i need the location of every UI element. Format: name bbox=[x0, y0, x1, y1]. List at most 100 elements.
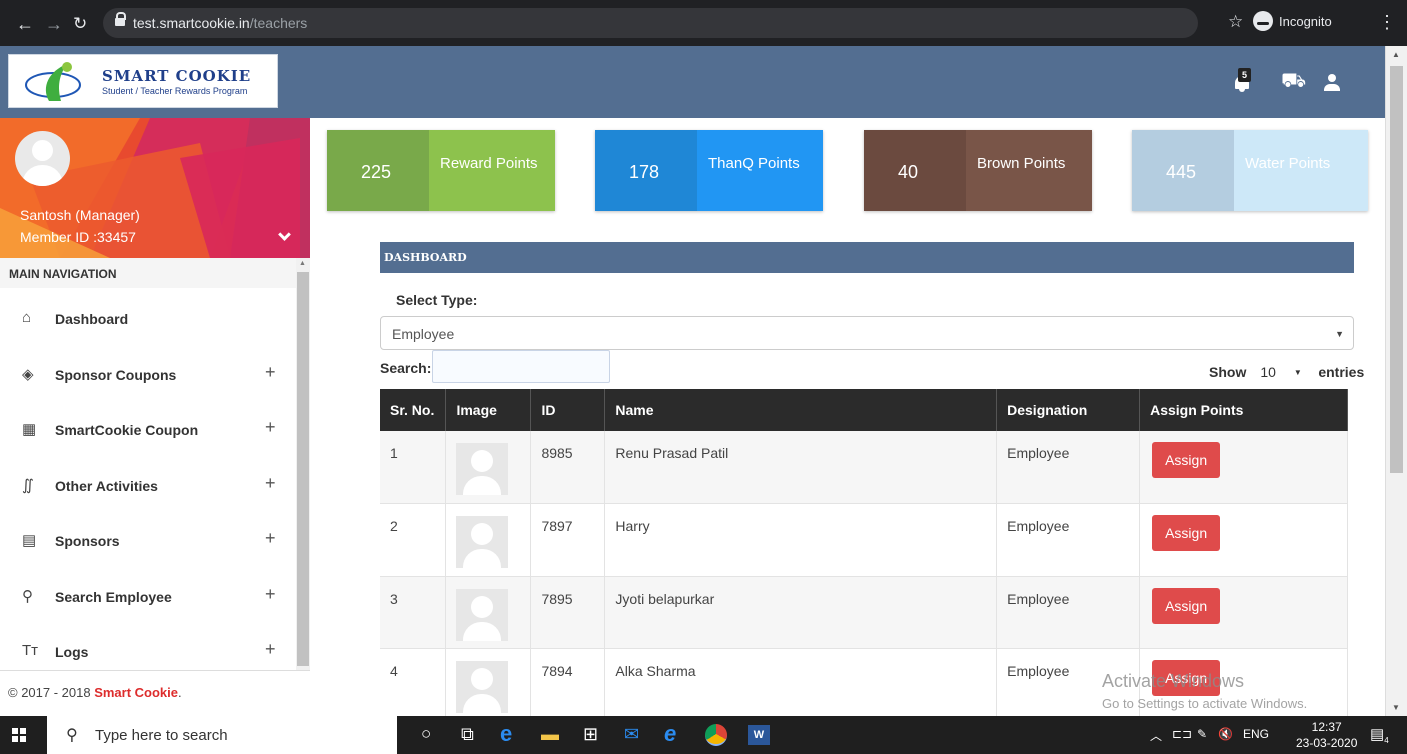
address-bar[interactable]: test.smartcookie.in/teachers bbox=[103, 8, 1198, 38]
mail-icon[interactable]: ✉ bbox=[624, 724, 639, 746]
expand-plus-icon[interactable]: + bbox=[265, 639, 276, 660]
nav-list: ⌂ Dashboard ◈ Sponsor Coupons + ▦ SmartCookie … bbox=[0, 290, 296, 679]
word-icon[interactable]: W bbox=[748, 725, 770, 745]
cell-sr-no: 4 bbox=[380, 648, 447, 722]
language-indicator[interactable]: ENG bbox=[1243, 727, 1269, 741]
page-scrollbar[interactable]: ▲ ▼ bbox=[1385, 46, 1407, 716]
activity-icon: ∬ bbox=[22, 476, 34, 494]
cell-assign: Assign bbox=[1139, 503, 1348, 577]
pen-icon[interactable]: ✎ bbox=[1197, 727, 1207, 741]
footer-copyright: © 2017 - 2018 bbox=[8, 685, 95, 700]
cart-icon[interactable]: ⛟ bbox=[1281, 70, 1306, 95]
clock-date: 23-03-2020 bbox=[1296, 736, 1358, 750]
sidebar-item-sponsor-coupons[interactable]: ◈ Sponsor Coupons + bbox=[0, 346, 296, 402]
cell-sr-no: 1 bbox=[380, 431, 447, 504]
expand-plus-icon[interactable]: + bbox=[265, 584, 276, 605]
footer-brand-link[interactable]: Smart Cookie bbox=[94, 685, 178, 700]
cell-designation: Employee bbox=[996, 431, 1141, 504]
table-row: 1 8985 Renu Prasad Patil Employee Assign bbox=[380, 431, 1348, 504]
entries-select[interactable]: 10 ▼ bbox=[1251, 360, 1313, 384]
lock-icon bbox=[115, 12, 126, 26]
forward-arrow-icon[interactable]: → bbox=[45, 14, 63, 35]
assign-button[interactable]: Assign bbox=[1152, 515, 1221, 551]
sidebar-item-dashboard[interactable]: ⌂ Dashboard bbox=[0, 290, 296, 346]
points-value: 225 bbox=[327, 130, 429, 211]
show-entries: Show 10 ▼ entries bbox=[1209, 360, 1364, 384]
employee-avatar-icon bbox=[456, 516, 509, 568]
cell-assign: Assign bbox=[1139, 431, 1348, 504]
sidebar-footer: © 2017 - 2018 Smart Cookie. bbox=[0, 670, 310, 716]
sidebar-item-sponsors[interactable]: ▤ Sponsors + bbox=[0, 512, 296, 568]
cortana-icon[interactable]: ○ bbox=[421, 724, 431, 746]
internet-explorer-icon[interactable]: e bbox=[664, 721, 676, 746]
points-card-reward-points[interactable]: 225 Reward Points bbox=[327, 130, 555, 211]
notification-bell-icon[interactable]: 5 bbox=[1233, 68, 1251, 94]
col-name[interactable]: Name bbox=[604, 389, 998, 431]
reload-icon[interactable]: ↻ bbox=[73, 14, 87, 34]
logo-title: SMART COOKIE bbox=[102, 67, 252, 85]
clock[interactable]: 12:37 23-03-2020 bbox=[1296, 719, 1357, 751]
cell-image bbox=[445, 576, 532, 649]
sidebar-item-other-activities[interactable]: ∬ Other Activities + bbox=[0, 457, 296, 513]
text-size-icon: Tт bbox=[22, 642, 39, 659]
expand-plus-icon[interactable]: + bbox=[265, 417, 276, 438]
activate-windows-subtitle: Go to Settings to activate Windows. bbox=[1102, 696, 1308, 711]
col-designation[interactable]: Designation bbox=[996, 389, 1141, 431]
expand-plus-icon[interactable]: + bbox=[265, 473, 276, 494]
sidebar: Santosh (Manager) Member ID :33457 MAIN … bbox=[0, 118, 310, 716]
store-icon[interactable]: ⊞ bbox=[583, 724, 598, 746]
cell-name: Renu Prasad Patil bbox=[604, 431, 998, 504]
sidebar-item-smartcookie-coupon[interactable]: ▦ SmartCookie Coupon + bbox=[0, 401, 296, 457]
col-sr-no[interactable]: Sr. No. bbox=[380, 389, 447, 431]
col-id[interactable]: ID bbox=[530, 389, 606, 431]
logo[interactable]: SMART COOKIE Student / Teacher Rewards P… bbox=[8, 54, 278, 108]
col-image[interactable]: Image bbox=[445, 389, 532, 431]
sidebar-scrollbar[interactable]: ▲ bbox=[296, 258, 310, 670]
expand-plus-icon[interactable]: + bbox=[265, 528, 276, 549]
sidebar-item-label: Sponsors bbox=[55, 533, 120, 549]
points-card-water-points[interactable]: 445 Water Points bbox=[1132, 130, 1368, 211]
user-icon[interactable] bbox=[1323, 72, 1341, 92]
cell-designation: Employee bbox=[996, 503, 1141, 577]
windows-start-icon[interactable] bbox=[12, 728, 26, 742]
search-input[interactable] bbox=[432, 350, 610, 383]
layers-icon: ◈ bbox=[22, 365, 34, 383]
expand-plus-icon[interactable]: + bbox=[265, 362, 276, 383]
employee-avatar-icon bbox=[456, 443, 509, 495]
sidebar-item-label: Other Activities bbox=[55, 477, 158, 494]
back-arrow-icon[interactable]: ← bbox=[16, 14, 34, 35]
search-icon: ⚲ bbox=[66, 727, 78, 744]
star-icon[interactable]: ☆ bbox=[1228, 12, 1243, 32]
cell-id: 7894 bbox=[530, 648, 606, 722]
cell-name: Harry bbox=[604, 503, 998, 577]
kebab-menu-icon[interactable]: ⋮ bbox=[1378, 12, 1396, 33]
network-icon[interactable]: ⊏⊐ bbox=[1172, 727, 1192, 741]
points-card-thanq-points[interactable]: 178 ThanQ Points bbox=[595, 130, 823, 211]
assign-button[interactable]: Assign bbox=[1152, 442, 1221, 478]
edge-icon[interactable]: e bbox=[500, 721, 512, 746]
assign-button[interactable]: Assign bbox=[1152, 587, 1221, 624]
chrome-icon[interactable] bbox=[705, 724, 727, 746]
select-type-dropdown[interactable]: Employee ▼ bbox=[380, 316, 1354, 350]
points-label: Brown Points bbox=[966, 130, 1092, 211]
browser-toolbar: ← → ↻ test.smartcookie.in/teachers ☆ Inc… bbox=[0, 0, 1407, 46]
file-explorer-icon[interactable]: ▬ bbox=[541, 724, 559, 746]
taskbar-search[interactable]: ⚲ Type here to search bbox=[47, 716, 397, 754]
action-center-count: 4 bbox=[1384, 736, 1389, 745]
dropdown-arrow-icon: ▼ bbox=[1335, 329, 1344, 339]
sidebar-item-search-employee[interactable]: ⚲ Search Employee + bbox=[0, 568, 296, 624]
action-center-icon[interactable]: ▤4 bbox=[1370, 725, 1389, 745]
points-card-brown-points[interactable]: 40 Brown Points bbox=[864, 130, 1092, 211]
col-assign-points[interactable]: Assign Points bbox=[1139, 389, 1348, 431]
grid-icon: ▦ bbox=[22, 421, 37, 438]
points-label: Water Points bbox=[1234, 130, 1368, 211]
task-view-icon[interactable]: ⧉ bbox=[461, 724, 474, 746]
tray-chevron-icon[interactable]: ︿ bbox=[1150, 727, 1162, 744]
cell-sr-no: 2 bbox=[380, 503, 447, 577]
incognito-icon bbox=[1253, 11, 1273, 31]
incognito-indicator[interactable]: Incognito bbox=[1253, 11, 1332, 31]
avatar[interactable] bbox=[15, 131, 70, 186]
cell-name: Jyoti belapurkar bbox=[604, 576, 998, 649]
volume-muted-icon[interactable]: 🔇 bbox=[1218, 727, 1233, 741]
activate-windows-title: Activate Windows bbox=[1102, 671, 1245, 691]
